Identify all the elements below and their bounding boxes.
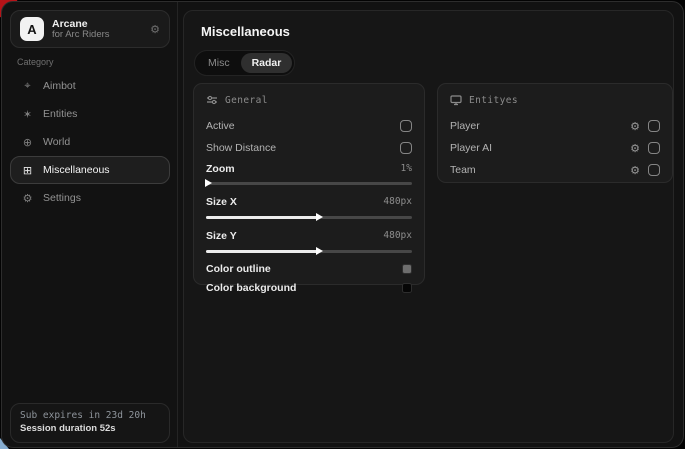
sidebar-item-label: Entities: [43, 108, 77, 120]
app-name: Arcane: [52, 18, 150, 30]
entity-row-player-ai: Player AI ⚙: [450, 137, 660, 159]
panel-title: General: [225, 95, 268, 106]
monitor-icon: [450, 94, 462, 106]
entity-label: Player: [450, 120, 480, 132]
app-window: A Arcane for Arc Riders ⚙ Category ⌖ Aim…: [1, 1, 684, 448]
slider-thumb[interactable]: [205, 179, 212, 187]
setting-row-color-background: Color background: [206, 278, 412, 297]
sidebar-item-label: World: [43, 136, 70, 148]
zoom-value: 1%: [401, 163, 412, 174]
sidebar-item-entities[interactable]: ✶ Entities: [10, 100, 170, 128]
team-checkbox[interactable]: [648, 164, 660, 176]
globe-icon: ⊕: [21, 136, 34, 149]
tab-group: Misc Radar: [194, 50, 295, 76]
player-ai-checkbox[interactable]: [648, 142, 660, 154]
crosshair-icon: ⌖: [21, 79, 34, 93]
color-outline-swatch[interactable]: [402, 264, 412, 274]
setting-label: Color background: [206, 282, 296, 294]
grid-icon: ⊞: [21, 164, 34, 177]
sub-expires-text: Sub expires in 23d 20h: [20, 410, 160, 421]
size-y-value: 480px: [383, 230, 412, 241]
setting-row-size-y: Size Y 480px: [206, 225, 412, 246]
setting-label: Active: [206, 120, 235, 132]
session-duration-text: Session duration 52s: [20, 423, 160, 434]
slider-thumb[interactable]: [316, 213, 323, 221]
sidebar-item-settings[interactable]: ⚙ Settings: [10, 184, 170, 212]
setting-label: Size X: [206, 196, 237, 208]
screen: A Arcane for Arc Riders ⚙ Category ⌖ Aim…: [0, 0, 685, 449]
player-checkbox[interactable]: [648, 120, 660, 132]
sidebar-item-label: Settings: [43, 192, 81, 204]
app-header-card: A Arcane for Arc Riders ⚙: [10, 10, 170, 48]
setting-row-active: Active: [206, 115, 412, 137]
gear-icon: ⚙: [21, 192, 34, 205]
entity-label: Team: [450, 164, 476, 176]
sync-icon[interactable]: ⚙: [150, 23, 160, 36]
setting-row-color-outline: Color outline: [206, 259, 412, 278]
player-ai-settings-gear-icon[interactable]: ⚙: [630, 143, 640, 154]
main-content: Miscellaneous Misc Radar General: [183, 10, 674, 443]
active-checkbox[interactable]: [400, 120, 412, 132]
setting-label: Zoom: [206, 163, 235, 175]
subscription-status-card: Sub expires in 23d 20h Session duration …: [10, 403, 170, 443]
entity-row-player: Player ⚙: [450, 115, 660, 137]
general-panel: General Active Show Distance Zoom 1%: [193, 83, 425, 285]
setting-label: Size Y: [206, 230, 237, 242]
sidebar: A Arcane for Arc Riders ⚙ Category ⌖ Aim…: [2, 2, 178, 447]
setting-row-show-distance: Show Distance: [206, 137, 412, 159]
sidebar-item-label: Miscellaneous: [43, 164, 110, 176]
entities-panel: Entityes Player ⚙ Player AI ⚙: [437, 83, 673, 183]
setting-label: Color outline: [206, 263, 271, 275]
category-label: Category: [17, 57, 54, 67]
setting-row-size-x: Size X 480px: [206, 191, 412, 212]
entity-row-team: Team ⚙: [450, 159, 660, 181]
sidebar-item-miscellaneous[interactable]: ⊞ Miscellaneous: [10, 156, 170, 184]
page-title: Miscellaneous: [201, 24, 290, 39]
entity-label: Player AI: [450, 142, 492, 154]
size-x-slider[interactable]: [206, 213, 412, 221]
team-settings-gear-icon[interactable]: ⚙: [630, 165, 640, 176]
sliders-icon: [206, 94, 218, 106]
sparkle-icon: ✶: [21, 108, 34, 121]
setting-label: Show Distance: [206, 142, 276, 154]
tab-misc[interactable]: Misc: [197, 53, 241, 73]
sidebar-nav: ⌖ Aimbot ✶ Entities ⊕ World ⊞ Miscellane…: [10, 72, 170, 212]
show-distance-checkbox[interactable]: [400, 142, 412, 154]
zoom-slider[interactable]: [206, 179, 412, 187]
setting-row-zoom: Zoom 1%: [206, 159, 412, 178]
size-x-value: 480px: [383, 196, 412, 207]
size-y-slider[interactable]: [206, 247, 412, 255]
panel-title: Entityes: [469, 95, 518, 106]
slider-thumb[interactable]: [316, 247, 323, 255]
sidebar-item-aimbot[interactable]: ⌖ Aimbot: [10, 72, 170, 100]
sidebar-item-label: Aimbot: [43, 80, 76, 92]
color-background-swatch[interactable]: [402, 283, 412, 293]
tab-radar[interactable]: Radar: [241, 53, 293, 73]
player-settings-gear-icon[interactable]: ⚙: [630, 121, 640, 132]
sidebar-item-world[interactable]: ⊕ World: [10, 128, 170, 156]
app-logo: A: [20, 17, 44, 41]
app-subtitle: for Arc Riders: [52, 30, 150, 41]
